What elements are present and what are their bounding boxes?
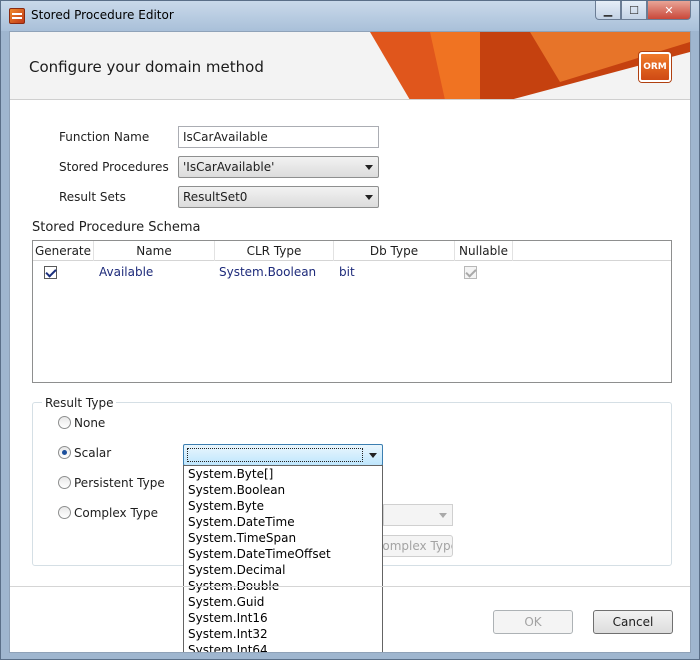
function-name-label: Function Name [59, 130, 150, 144]
minimize-button[interactable]: ▁ [595, 1, 621, 20]
radio-persistent-type-label[interactable]: Persistent Type [74, 476, 165, 490]
radio-scalar-label[interactable]: Scalar [74, 446, 111, 460]
column-header-db-type[interactable]: Db Type [334, 241, 455, 261]
stored-procedures-combo[interactable]: 'IsCarAvailable' [178, 156, 379, 178]
ok-button[interactable]: OK [493, 610, 573, 634]
function-name-input[interactable]: IsCarAvailable [178, 126, 379, 148]
cancel-button[interactable]: Cancel [593, 610, 673, 634]
result-sets-combo[interactable]: ResultSet0 [178, 186, 379, 208]
focus-rect [187, 448, 363, 462]
list-item[interactable]: System.Int16 [184, 610, 382, 626]
list-item[interactable]: System.Boolean [184, 482, 382, 498]
list-item[interactable]: System.Int32 [184, 626, 382, 642]
footer-divider [10, 586, 690, 587]
cell-clr-type: System.Boolean [219, 265, 317, 279]
schema-grid[interactable]: Generate Name CLR Type Db Type Nullable … [32, 240, 672, 383]
chevron-down-icon [365, 165, 373, 170]
stored-procedures-label: Stored Procedures [59, 160, 169, 174]
list-item[interactable]: System.Int64 [184, 642, 382, 652]
list-item[interactable]: System.DateTimeOffset [184, 546, 382, 562]
radio-persistent-type[interactable] [58, 476, 71, 489]
list-item[interactable]: System.Guid [184, 594, 382, 610]
close-button[interactable]: ✕ [647, 1, 691, 20]
radio-scalar[interactable] [58, 446, 71, 459]
list-item[interactable]: System.DateTime [184, 514, 382, 530]
column-header-name[interactable]: Name [94, 241, 215, 261]
result-sets-label: Result Sets [59, 190, 126, 204]
list-item[interactable]: System.Decimal [184, 562, 382, 578]
nullable-checkbox [464, 266, 477, 279]
app-icon [9, 8, 25, 24]
cell-db-type: bit [339, 265, 355, 279]
maximize-button[interactable]: ☐ [621, 1, 647, 20]
radio-none[interactable] [58, 416, 71, 429]
window-controls: ▁ ☐ ✕ [595, 1, 691, 21]
result-type-title: Result Type [42, 396, 117, 410]
cell-name: Available [99, 265, 154, 279]
dialog-client-area: Configure your domain method ORM Functio… [9, 31, 691, 653]
title-bar[interactable]: Stored Procedure Editor ▁ ☐ ✕ [1, 1, 699, 31]
header-title: Configure your domain method [29, 58, 264, 76]
list-item[interactable]: System.Byte [184, 498, 382, 514]
radio-complex-type-label[interactable]: Complex Type [74, 506, 158, 520]
schema-section-title: Stored Procedure Schema [32, 220, 201, 235]
grid-header: Generate Name CLR Type Db Type Nullable [33, 241, 671, 261]
chevron-down-icon [369, 453, 377, 458]
chevron-down-icon [439, 513, 447, 518]
stored-procedures-value: 'IsCarAvailable' [183, 160, 275, 174]
scalar-type-combo[interactable] [183, 444, 383, 466]
radio-none-label[interactable]: None [74, 416, 105, 430]
generate-checkbox[interactable] [44, 266, 57, 279]
dialog-header: Configure your domain method ORM [10, 32, 690, 100]
list-item[interactable]: System.TimeSpan [184, 530, 382, 546]
column-header-clr-type[interactable]: CLR Type [215, 241, 334, 261]
complex-type-combo [383, 504, 453, 526]
list-item[interactable]: System.Byte[] [184, 466, 382, 482]
column-header-generate[interactable]: Generate [33, 241, 94, 261]
radio-complex-type[interactable] [58, 506, 71, 519]
column-header-nullable[interactable]: Nullable [455, 241, 513, 261]
dialog-window: Stored Procedure Editor ▁ ☐ ✕ Configure … [0, 0, 700, 660]
orm-logo: ORM [639, 52, 671, 82]
window-title: Stored Procedure Editor [31, 8, 174, 22]
chevron-down-icon [365, 195, 373, 200]
scalar-type-dropdown[interactable]: System.Byte[] System.Boolean System.Byte… [183, 465, 383, 652]
result-sets-value: ResultSet0 [183, 190, 248, 204]
